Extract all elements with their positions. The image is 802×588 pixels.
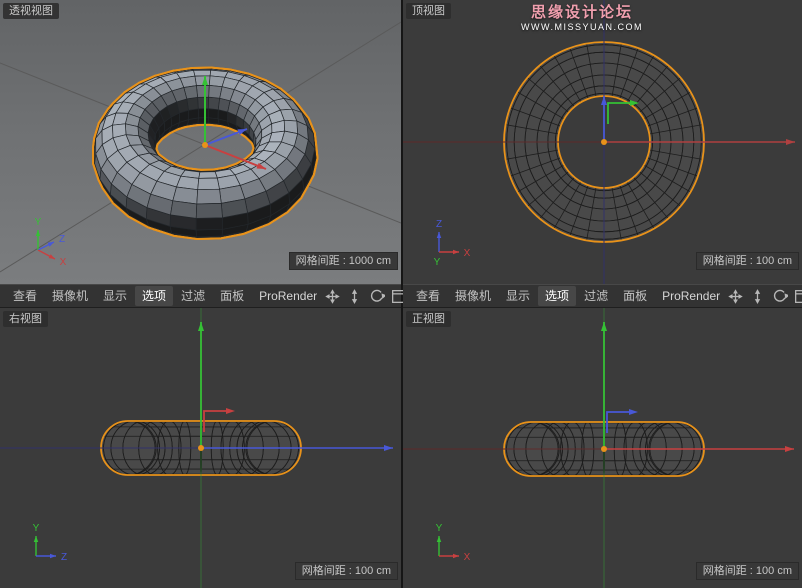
menu-item-摄像机[interactable]: 摄像机 — [448, 286, 498, 306]
menu-item-显示[interactable]: 显示 — [96, 286, 134, 306]
viewport-nav-icons — [727, 288, 802, 305]
viewport-title-front: 正视图 — [406, 311, 451, 327]
menu-item-查看[interactable]: 查看 — [409, 286, 447, 306]
viewport-title-perspective: 透视视图 — [3, 3, 59, 19]
grid-spacing-label-right: 网格间距 : 100 cm — [295, 562, 398, 580]
maximize-icon[interactable] — [793, 288, 802, 305]
menu-item-面板[interactable]: 面板 — [213, 286, 251, 306]
grid-spacing-label-front: 网格间距 : 100 cm — [696, 562, 799, 580]
svg-text:Z: Z — [59, 234, 65, 245]
watermark-url: WWW.MISSYUAN.COM — [509, 22, 655, 33]
menu-item-选项[interactable]: 选项 — [538, 286, 576, 306]
viewport-right[interactable]: YZ 右视图 网格间距 : 100 cm — [0, 308, 401, 588]
menu-item-显示[interactable]: 显示 — [499, 286, 537, 306]
svg-text:Y: Y — [436, 523, 443, 534]
rotate-icon[interactable] — [368, 288, 385, 305]
top-view-canvas: Z X Y — [403, 0, 802, 284]
svg-text:Z: Z — [61, 552, 67, 563]
pan-icon[interactable] — [727, 288, 744, 305]
grid-spacing-label-perspective: 网格间距 : 1000 cm — [289, 252, 398, 270]
watermark: 思缘设计论坛 WWW.MISSYUAN.COM — [509, 4, 655, 33]
dolly-icon[interactable] — [346, 288, 363, 305]
menu-item-面板[interactable]: 面板 — [616, 286, 654, 306]
menu-item-选项[interactable]: 选项 — [135, 286, 173, 306]
menu-item-过滤[interactable]: 过滤 — [577, 286, 615, 306]
menu-item-查看[interactable]: 查看 — [6, 286, 44, 306]
svg-text:X: X — [464, 248, 471, 259]
svg-text:Y: Y — [434, 257, 441, 268]
menu-item-摄像机[interactable]: 摄像机 — [45, 286, 95, 306]
watermark-title: 思缘设计论坛 — [509, 4, 655, 22]
viewport-top[interactable]: Z X Y 顶视图 思缘设计论坛 WWW.MISSYUAN.COM 网格间距 : 1… — [403, 0, 802, 284]
c4d-four-view-window: YZX 透视视图 网格间距 : 1000 cm ZXY 顶视图 思缘设计论坛 W… — [0, 0, 802, 588]
viewport-front[interactable]: YX 正视图 网格间距 : 100 cm — [403, 308, 802, 588]
rotate-icon[interactable] — [771, 288, 788, 305]
viewport-title-top: 顶视图 — [406, 3, 451, 19]
svg-text:Y: Y — [35, 217, 42, 228]
menubar-left: 查看摄像机显示选项过滤面板ProRender — [0, 284, 401, 308]
menu-item-ProRender[interactable]: ProRender — [655, 286, 727, 306]
front-view-canvas: YX — [403, 308, 802, 588]
menu-item-ProRender[interactable]: ProRender — [252, 286, 324, 306]
pan-icon[interactable] — [324, 288, 341, 305]
svg-text:Z: Z — [436, 219, 442, 230]
svg-text:X: X — [60, 257, 67, 268]
menu-item-过滤[interactable]: 过滤 — [174, 286, 212, 306]
grid-spacing-label-top: 网格间距 : 100 cm — [696, 252, 799, 270]
viewport-title-right: 右视图 — [3, 311, 48, 327]
perspective-canvas: Y Z X — [0, 0, 401, 284]
dolly-icon[interactable] — [749, 288, 766, 305]
right-view-canvas: YZ — [0, 308, 401, 588]
viewport-nav-icons — [324, 288, 409, 305]
viewport-perspective[interactable]: Y Z X 透视视图 网格间距 : 1000 cm — [0, 0, 401, 284]
svg-text:Y: Y — [33, 523, 40, 534]
menubar-right: 查看摄像机显示选项过滤面板ProRender — [403, 284, 802, 308]
svg-text:X: X — [464, 552, 471, 563]
